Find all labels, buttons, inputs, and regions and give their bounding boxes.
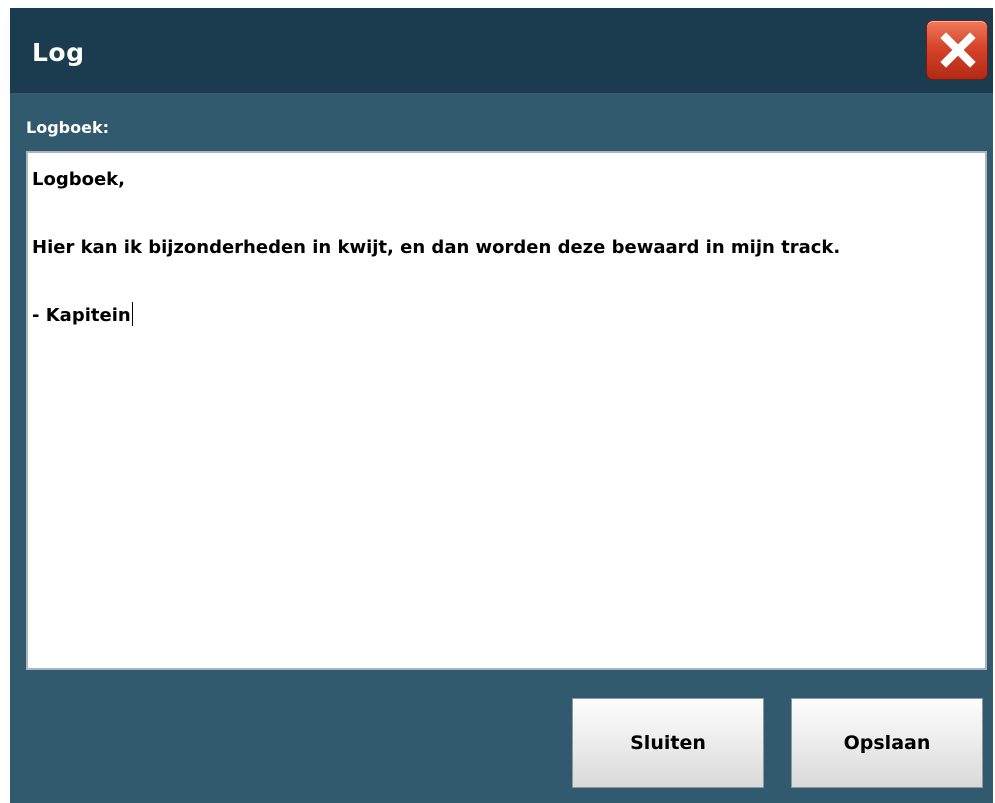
close-icon	[940, 32, 976, 68]
dialog-title: Log	[32, 38, 85, 67]
text-caret	[131, 302, 133, 326]
logbook-textarea[interactable]: Logboek, Hier kan ik bijzonderheden in k…	[26, 151, 987, 670]
close-button[interactable]	[926, 20, 988, 80]
logbook-text: Logboek, Hier kan ik bijzonderheden in k…	[32, 169, 841, 326]
log-dialog: Log Logboek: Logboek, Hier kan ik bijzon…	[0, 0, 995, 803]
logbook-label: Logboek:	[26, 118, 109, 137]
close-dialog-button[interactable]: Sluiten	[572, 698, 764, 788]
save-button[interactable]: Opslaan	[791, 698, 983, 788]
title-bar: Log	[10, 8, 993, 93]
